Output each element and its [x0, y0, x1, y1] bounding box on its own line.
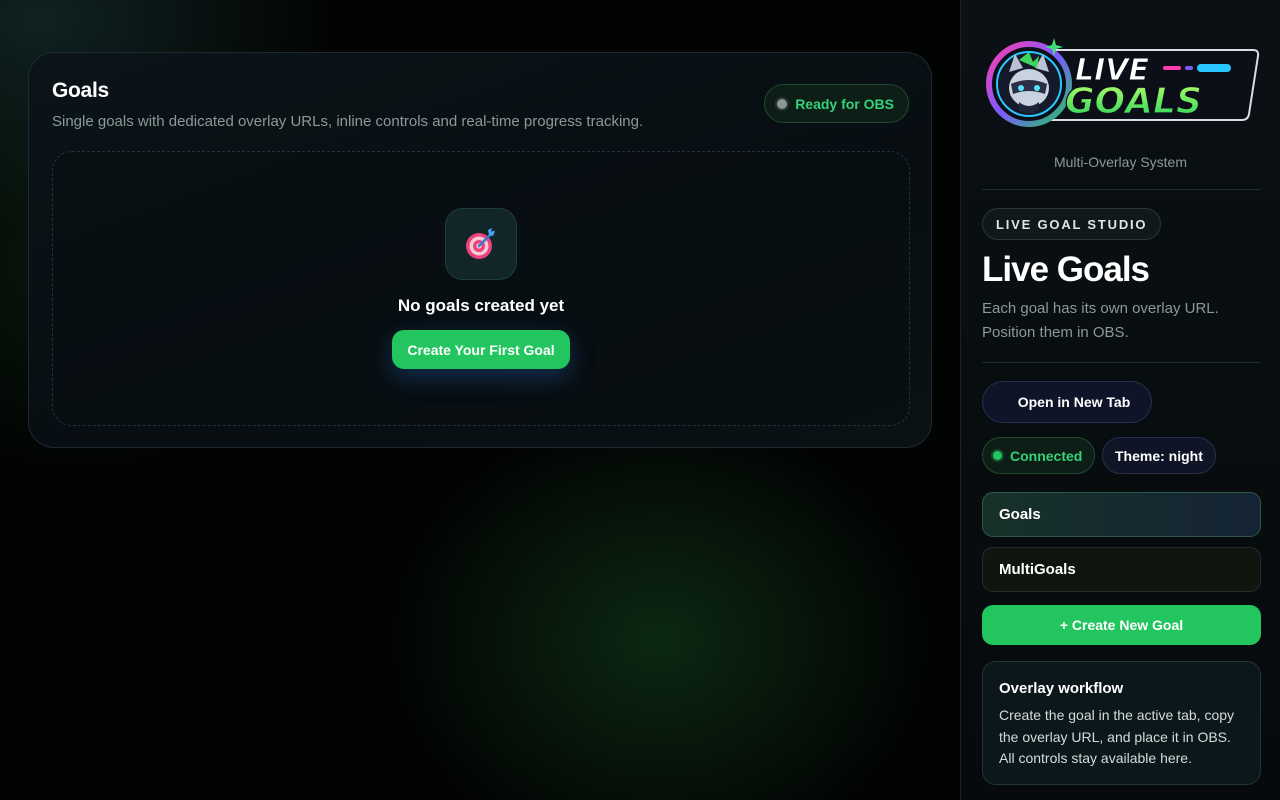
target-dart-icon — [445, 208, 517, 280]
tab-multigoals[interactable]: MultiGoals — [982, 547, 1261, 592]
divider — [982, 189, 1261, 190]
logo-line2: GOALS — [1065, 81, 1202, 122]
obs-status-badge: Ready for OBS — [764, 84, 909, 123]
workflow-text: Create the goal in the active tab, copy … — [999, 707, 1235, 766]
page-subtitle: Single goals with dedicated overlay URLs… — [52, 113, 644, 130]
create-new-goal-button[interactable]: + Create New Goal — [982, 605, 1261, 645]
connected-dot-icon — [993, 451, 1002, 460]
sidebar-description: Each goal has its own overlay URL. Posit… — [982, 300, 1219, 341]
connection-status-pill: Connected — [982, 437, 1096, 474]
sidebar-title: Live Goals — [982, 250, 1150, 289]
divider — [982, 362, 1261, 363]
logo-tagline: Multi-Overlay System — [1053, 154, 1188, 170]
overlay-workflow-card: Overlay workflow Create the goal in the … — [982, 661, 1261, 785]
studio-label-pill: LIVE GOAL STUDIO — [982, 208, 1162, 240]
theme-pill[interactable]: Theme: night — [1102, 437, 1216, 474]
page-title: Goals — [52, 79, 109, 102]
status-dot-icon — [777, 98, 788, 109]
open-in-new-tab-button[interactable]: Open in New Tab — [982, 381, 1152, 423]
sidebar: LIVE GOALS Multi-Overlay System LIVE GOA… — [960, 0, 1280, 800]
connection-status-label: Connected — [1010, 447, 1083, 464]
empty-state-title: No goals created yet — [397, 296, 565, 315]
live-goals-logo: LIVE GOALS — [983, 36, 1261, 128]
tab-goals[interactable]: Goals — [982, 492, 1261, 537]
workflow-title: Overlay workflow — [999, 680, 1124, 697]
obs-status-label: Ready for OBS — [795, 95, 894, 112]
empty-state: No goals created yet Create Your First G… — [52, 151, 910, 426]
create-first-goal-button[interactable]: Create Your First Goal — [392, 330, 570, 369]
goals-panel: Goals Single goals with dedicated overla… — [28, 52, 932, 448]
